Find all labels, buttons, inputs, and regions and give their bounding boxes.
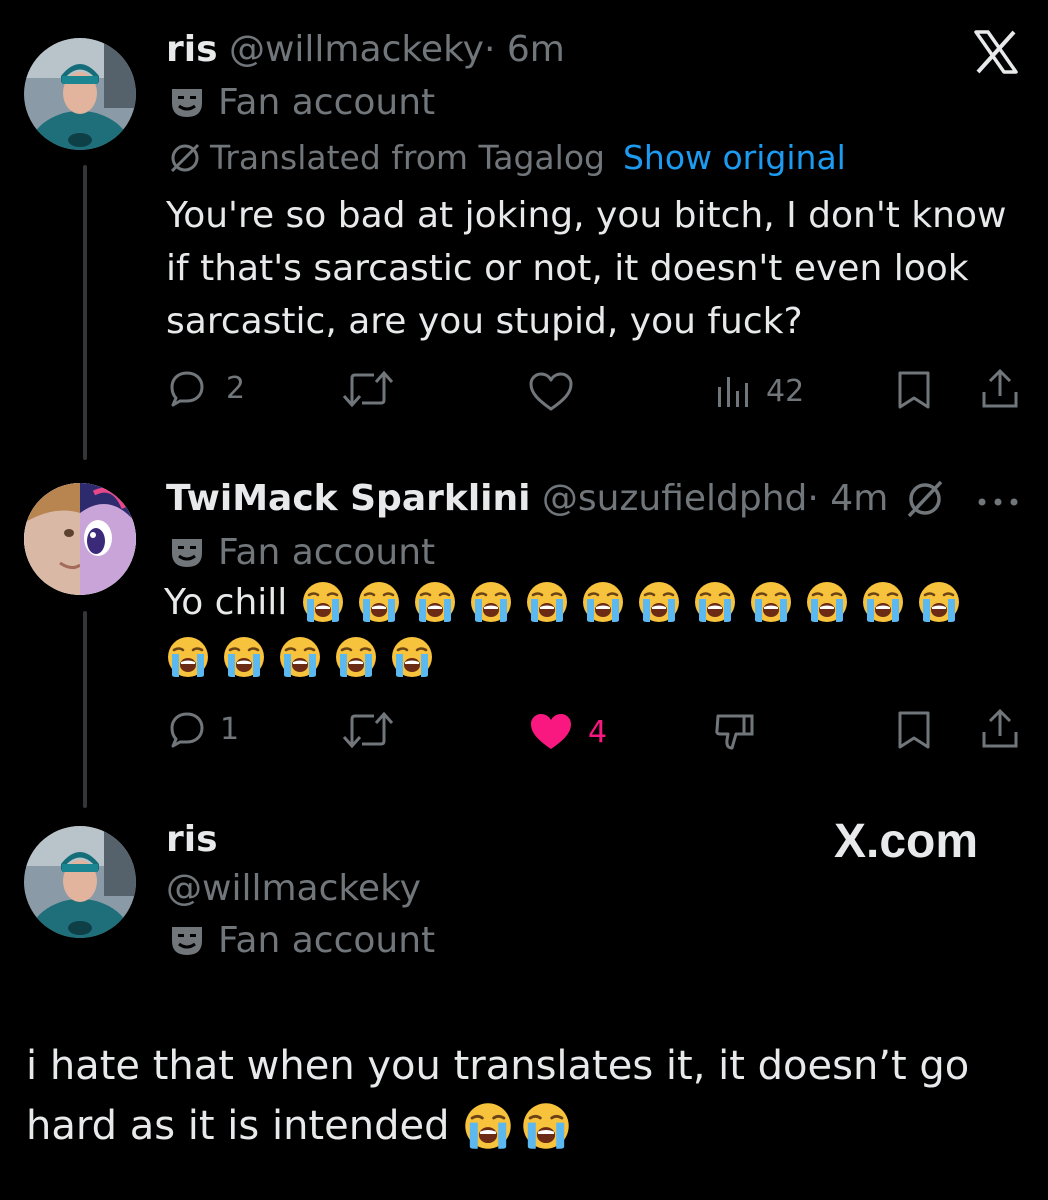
loudly-crying-face-icon (390, 635, 434, 679)
like-button[interactable]: 4 (528, 712, 607, 752)
author-handle[interactable]: @suzufieldphd (542, 478, 807, 519)
fan-account-label: Fan account (218, 82, 436, 123)
like-count: 4 (588, 714, 608, 750)
loudly-crying-face-icon (521, 1101, 571, 1151)
emoji-group (160, 635, 440, 679)
fan-account-label: Fan account (218, 532, 436, 573)
bookmark-icon (898, 371, 930, 409)
more-options-icon[interactable] (976, 493, 1020, 512)
caption-line: hard as it is intended (26, 1096, 1036, 1156)
loudly-crying-face-icon (463, 1101, 513, 1151)
bookmark-button[interactable] (896, 710, 932, 750)
caption-line-text: hard as it is intended (26, 1103, 450, 1149)
heart-filled-icon (531, 714, 571, 749)
reply-count: 2 (226, 370, 246, 406)
tweet1-header: ris @willmackeky· 6m (166, 27, 565, 73)
show-original-link[interactable]: Show original (623, 138, 846, 177)
reply-icon (170, 712, 204, 748)
like-button[interactable] (528, 372, 574, 412)
reply-button[interactable]: 1 (168, 710, 239, 748)
repost-button[interactable] (340, 711, 396, 749)
loudly-crying-face-icon (357, 580, 401, 624)
loudly-crying-face-icon (278, 635, 322, 679)
share-icon (982, 708, 1018, 748)
loudly-crying-face-icon (413, 580, 457, 624)
dislike-button[interactable] (712, 710, 756, 754)
profile-name[interactable]: ris (166, 817, 218, 863)
translate-icon (904, 478, 946, 524)
thumbs-down-icon (715, 714, 754, 750)
fan-account-badge[interactable]: Fan account (170, 532, 435, 573)
timestamp[interactable]: · 4m (807, 478, 888, 519)
mask-icon (172, 88, 202, 117)
views-button[interactable]: 42 (716, 373, 804, 409)
heart-icon (529, 372, 573, 411)
tweet2-text-line2 (160, 635, 440, 679)
x-com-logo: X.com (834, 815, 979, 868)
caption-line: i hate that when you translates it, it d… (26, 1043, 970, 1089)
loudly-crying-face-icon (222, 635, 266, 679)
loudly-crying-face-icon (749, 580, 793, 624)
tweet-text-line: You're so bad at joking, you bitch, I do… (166, 195, 1007, 236)
fan-account-badge[interactable]: Fan account (170, 82, 435, 123)
view-count: 42 (766, 373, 805, 409)
author-name[interactable]: TwiMack Sparklini (166, 478, 530, 519)
thread-line (83, 611, 87, 808)
translation-row: Translated from Tagalog Show original (168, 138, 846, 177)
share-button[interactable] (980, 368, 1020, 410)
loudly-crying-face-icon (469, 580, 513, 624)
tweet2-text-line1: Yo chill (164, 580, 967, 624)
tweet-text-line: sarcastic, are you stupid, you fuck? (166, 301, 803, 342)
loudly-crying-face-icon (166, 635, 210, 679)
bookmark-button[interactable] (896, 370, 932, 410)
close-icon[interactable] (972, 30, 1020, 78)
profile-handle[interactable]: @willmackeky (166, 866, 421, 912)
avatar-ris[interactable] (24, 826, 136, 938)
caption-text: i hate that when you translates it, it d… (26, 1036, 1036, 1156)
reply-button[interactable]: 2 (168, 369, 245, 407)
mask-icon (172, 926, 202, 955)
loudly-crying-face-icon (693, 580, 737, 624)
share-button[interactable] (980, 708, 1020, 750)
author-name[interactable]: ris (166, 29, 218, 70)
loudly-crying-face-icon (805, 580, 849, 624)
loudly-crying-face-icon (917, 580, 961, 624)
bookmark-icon (898, 711, 930, 749)
loudly-crying-face-icon (637, 580, 681, 624)
fan-account-badge[interactable]: Fan account (170, 920, 435, 961)
loudly-crying-face-icon (861, 580, 905, 624)
reply-icon (170, 371, 204, 407)
tweet1-text: You're so bad at joking, you bitch, I do… (166, 189, 1006, 348)
repost-icon (342, 711, 394, 749)
loudly-crying-face-icon (581, 580, 625, 624)
emoji-group (459, 1101, 575, 1151)
avatar-ris[interactable] (24, 38, 136, 150)
timestamp[interactable]: · 6m (484, 29, 565, 70)
repost-icon (342, 370, 394, 408)
tweet2-header: TwiMack Sparklini @suzufieldphd· 4m (166, 476, 888, 522)
tweet-text: Yo chill (164, 581, 288, 623)
avatar-twimack[interactable] (24, 483, 136, 595)
fan-account-label: Fan account (218, 920, 436, 961)
share-icon (982, 368, 1018, 408)
loudly-crying-face-icon (301, 580, 345, 624)
loudly-crying-face-icon (525, 580, 569, 624)
loudly-crying-face-icon (334, 635, 378, 679)
translated-from-label: Translated from Tagalog (210, 138, 605, 177)
repost-button[interactable] (340, 370, 396, 408)
author-handle[interactable]: @willmackeky (229, 29, 484, 70)
thread-line (83, 165, 87, 460)
views-icon (718, 377, 748, 407)
mask-icon (172, 538, 202, 567)
reply-count: 1 (220, 711, 240, 747)
tweet-text-line: if that's sarcastic or not, it doesn't e… (166, 248, 969, 289)
emoji-group (295, 580, 967, 624)
translate-icon (170, 143, 200, 172)
